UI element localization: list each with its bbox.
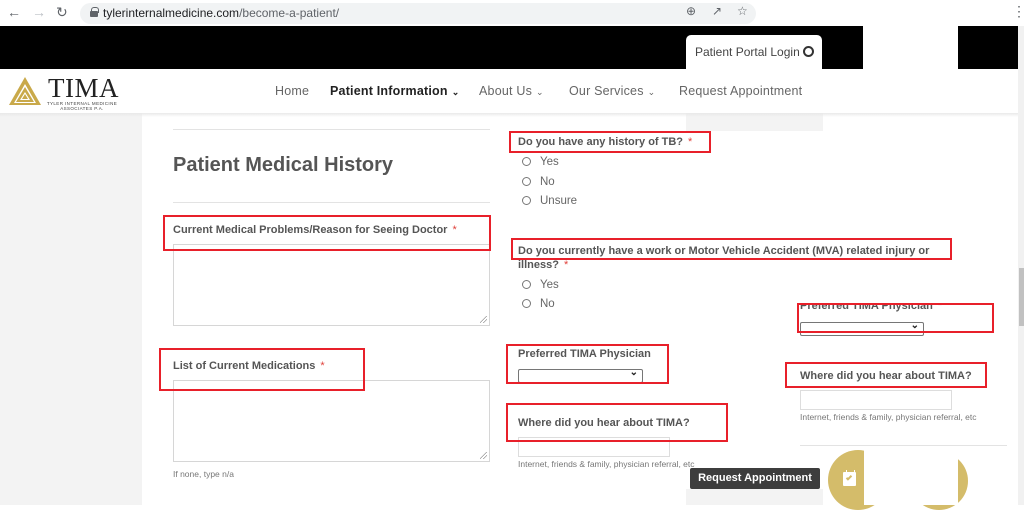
medications-textarea[interactable] xyxy=(173,380,490,462)
scrollbar-thumb[interactable] xyxy=(1019,268,1024,326)
nav-patient-information[interactable]: Patient Information ⌄ xyxy=(330,84,459,98)
menu-icon[interactable]: ⋮ xyxy=(1012,3,1024,20)
highlight-box xyxy=(511,238,952,260)
url-path: /become-a-patient/ xyxy=(239,6,340,20)
radio-label: Yes xyxy=(540,156,559,168)
nav-our-services[interactable]: Our Services ⌄ xyxy=(569,84,655,98)
logo-subtitle: TYLER INTERNAL MEDICINE ASSOCIATES P.A. xyxy=(44,101,120,111)
portal-label: Patient Portal Login xyxy=(695,45,800,59)
logo-triangle-icon xyxy=(9,77,41,105)
highlight-box xyxy=(506,344,669,384)
tb-radio-unsure[interactable]: Unsure xyxy=(522,195,577,207)
mva-radio-yes[interactable]: Yes xyxy=(522,279,559,291)
share-icon[interactable]: ↗ xyxy=(712,4,722,18)
required-asterisk: * xyxy=(563,259,569,271)
logo-name[interactable]: TIMA xyxy=(48,73,119,104)
radio-circle[interactable] xyxy=(522,280,531,289)
nav-label: Request Appointment xyxy=(679,84,803,98)
star-icon[interactable]: ☆ xyxy=(737,4,748,18)
url-text[interactable]: tylerinternalmedicine.com/become-a-patie… xyxy=(103,6,339,20)
radio-circle[interactable] xyxy=(522,177,531,186)
nav-label: Home xyxy=(275,84,310,98)
left-gutter xyxy=(0,113,142,505)
divider xyxy=(800,445,1007,446)
medications-help: If none, type n/a xyxy=(173,469,234,479)
chevron-down-icon: ⌄ xyxy=(647,87,656,97)
radio-label: No xyxy=(540,176,555,188)
highlight-box xyxy=(506,403,728,442)
divider xyxy=(173,129,490,130)
request-appointment-button[interactable]: Request Appointment xyxy=(690,468,820,489)
top-bar-right xyxy=(958,26,1018,69)
divider xyxy=(173,202,490,203)
patient-portal-login-button[interactable]: Patient Portal Login xyxy=(686,35,822,69)
logo-sub-line2: ASSOCIATES P.A. xyxy=(60,106,104,111)
mva-label-line2: illness? * xyxy=(518,259,568,271)
lock-icon[interactable] xyxy=(90,7,99,17)
highlight-box xyxy=(785,362,987,388)
nav-label: Our Services xyxy=(569,84,644,98)
scrollbar-track[interactable] xyxy=(1018,26,1024,505)
overlay-mask xyxy=(864,448,958,505)
nav-label: Patient Information xyxy=(330,84,448,98)
ghost-hear-about-input[interactable] xyxy=(800,390,952,410)
tb-radio-yes[interactable]: Yes xyxy=(522,156,559,168)
tb-radio-no[interactable]: No xyxy=(522,176,555,188)
medical-problems-textarea[interactable] xyxy=(173,244,490,326)
calendar-check-icon xyxy=(843,470,856,486)
radio-circle[interactable] xyxy=(522,299,531,308)
ghost-hear-about-help: Internet, friends & family, physician re… xyxy=(800,412,977,422)
mva-radio-no[interactable]: No xyxy=(522,298,555,310)
nav-home[interactable]: Home xyxy=(275,84,309,98)
header-shadow xyxy=(0,113,1018,117)
resize-handle-icon[interactable] xyxy=(480,316,487,323)
reload-icon[interactable]: ↻ xyxy=(56,4,68,21)
chevron-down-icon: ⌄ xyxy=(451,87,460,97)
back-icon[interactable]: ← xyxy=(7,4,21,20)
resize-handle-icon[interactable] xyxy=(480,452,487,459)
nav-request-appointment[interactable]: Request Appointment xyxy=(679,84,802,98)
highlight-box xyxy=(163,215,491,251)
address-bar[interactable]: tylerinternalmedicine.com/become-a-patie… xyxy=(80,3,756,24)
section-title: Patient Medical History xyxy=(173,154,394,176)
check-icon xyxy=(845,474,853,481)
radio-label: No xyxy=(540,298,555,310)
radio-circle[interactable] xyxy=(522,196,531,205)
chevron-down-icon: ⌄ xyxy=(536,87,544,97)
nav-label: About Us xyxy=(479,84,533,98)
forward-icon[interactable]: → xyxy=(32,4,46,20)
radio-label: Unsure xyxy=(540,195,578,207)
floating-footer-bg xyxy=(686,489,823,505)
hear-about-help: Internet, friends & family, physician re… xyxy=(518,459,695,469)
highlight-box xyxy=(159,348,365,391)
url-host: tylerinternalmedicine.com xyxy=(103,6,240,20)
user-circle-icon xyxy=(802,46,814,57)
highlight-box xyxy=(509,131,711,153)
nav-about-us[interactable]: About Us ⌄ xyxy=(479,84,544,98)
browser-toolbar: ← → ↻ tylerinternalmedicine.com/become-a… xyxy=(0,0,1024,26)
radio-circle[interactable] xyxy=(522,157,531,166)
zoom-icon[interactable]: ⊕ xyxy=(686,4,696,18)
radio-label: Yes xyxy=(540,279,559,291)
highlight-box xyxy=(797,303,994,333)
label-text: illness? xyxy=(518,259,559,271)
